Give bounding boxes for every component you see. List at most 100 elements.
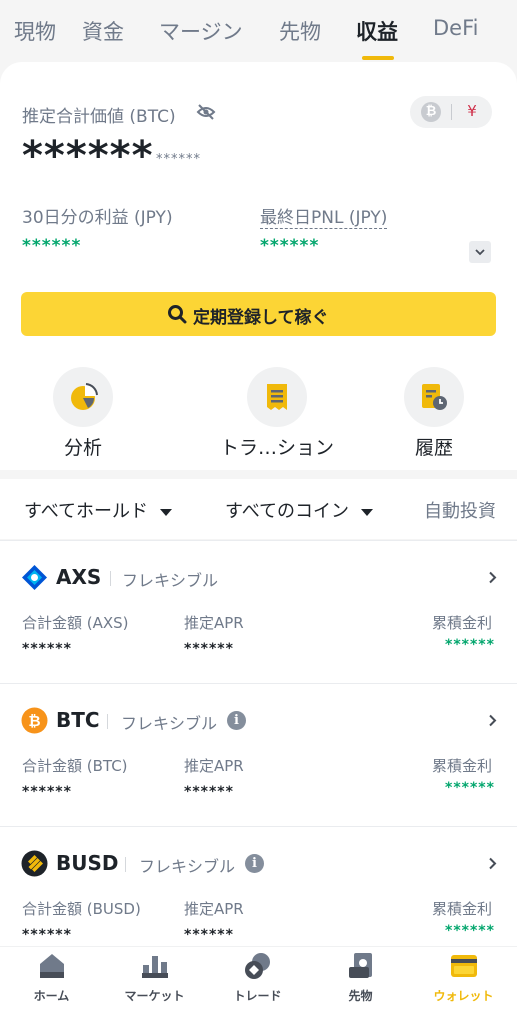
futures-icon — [349, 953, 372, 978]
chevron-right-icon — [489, 857, 497, 870]
hide-balance-eye-icon[interactable] — [196, 103, 216, 121]
divider — [110, 571, 111, 586]
coin-filter-label: すべてのコイン — [225, 501, 350, 522]
subscribe-earn-button[interactable]: 定期登録して稼ぐ — [21, 292, 496, 336]
apr-value: ****** — [184, 784, 234, 800]
divider — [125, 857, 126, 872]
coin-symbol: BTC — [56, 708, 100, 732]
nav-home[interactable]: ホーム — [0, 947, 103, 1024]
pnl-last-day-value: ****** — [260, 236, 320, 256]
shortcut-label: 分析 — [63, 437, 102, 459]
expand-chevron-button[interactable] — [469, 241, 491, 263]
pie-chart-icon — [71, 383, 98, 410]
nav-label: ホーム — [33, 989, 70, 1003]
accrued-interest-value: ****** — [445, 780, 495, 796]
divider — [107, 714, 108, 729]
shortcut-analysis[interactable]: 分析 — [18, 367, 148, 460]
apr-value: ****** — [184, 641, 234, 657]
shortcut-label: 履歴 — [414, 437, 453, 459]
caret-down-icon — [160, 508, 173, 516]
tab-margin[interactable]: マージン — [159, 16, 243, 46]
accrued-interest-value: ****** — [445, 637, 495, 653]
auto-invest-link[interactable]: 自動投資 — [424, 497, 496, 523]
pnl-30d-label: 30日分の利益 (JPY) — [22, 208, 173, 228]
info-icon[interactable]: i — [245, 854, 264, 873]
list-item[interactable]: BUSD フレキシブル i 合計金額 (BUSD) 推定APR 累積金利 ***… — [0, 826, 517, 946]
nav-label: マーケット — [124, 989, 185, 1003]
markets-icon — [142, 956, 168, 978]
bottom-navigation: ホーム マーケット トレード 先物 ウォレット — [0, 946, 517, 1024]
tab-spot[interactable]: 現物 — [14, 16, 56, 46]
chevron-down-icon — [475, 249, 485, 256]
total-amount-value: ****** — [22, 784, 72, 800]
total-balance: ****** — [22, 133, 154, 179]
shortcut-label: トラ…ション — [219, 437, 334, 459]
nav-markets[interactable]: マーケット — [103, 947, 206, 1024]
total-amount-label: 合計金額 (AXS) — [22, 614, 129, 632]
product-type: フレキシブル — [122, 571, 219, 590]
apr-label: 推定APR — [184, 900, 244, 918]
pnl-30d-value: ****** — [22, 236, 82, 256]
axs-coin-icon — [22, 565, 47, 590]
product-type: フレキシブル — [121, 714, 218, 733]
list-item[interactable]: AXS フレキシブル 合計金額 (AXS) 推定APR 累積金利 ****** … — [0, 540, 517, 683]
nav-label: ウォレット — [433, 989, 494, 1003]
shortcut-circle — [53, 367, 113, 427]
estimated-value-label: 推定合計価値 (BTC) — [22, 107, 176, 127]
svg-text:₿: ₿ — [28, 712, 40, 730]
earn-holdings-list: AXS フレキシブル 合計金額 (AXS) 推定APR 累積金利 ****** … — [0, 540, 517, 946]
tab-defi[interactable]: DeFi — [433, 16, 478, 40]
shortcut-circle — [404, 367, 464, 427]
currency-toggle[interactable]: ₿ ¥ — [410, 96, 492, 128]
nav-label: トレード — [233, 989, 282, 1003]
nav-trade[interactable]: トレード — [206, 947, 309, 1024]
home-icon — [40, 954, 64, 978]
holdings-filter-dropdown[interactable]: すべてホールド — [24, 497, 173, 523]
shortcut-transactions[interactable]: トラ…ション — [212, 367, 342, 460]
currency-separator — [451, 104, 452, 120]
list-item[interactable]: ₿ BTC フレキシブル i 合計金額 (BTC) 推定APR 累積金利 ***… — [0, 683, 517, 826]
tab-earn[interactable]: 収益 — [356, 16, 398, 46]
btc-coin-icon: ₿ — [21, 707, 48, 734]
total-amount-label: 合計金額 (BUSD) — [22, 900, 141, 918]
nav-futures[interactable]: 先物 — [309, 947, 412, 1024]
subscribe-button-label: 定期登録して稼ぐ — [193, 308, 329, 327]
info-icon[interactable]: i — [227, 711, 246, 730]
nav-wallet[interactable]: ウォレット — [412, 947, 515, 1024]
total-amount-value: ****** — [22, 641, 72, 657]
chevron-right-icon — [489, 571, 497, 584]
chevron-right-icon — [489, 714, 497, 727]
jpy-currency-icon[interactable]: ¥ — [462, 101, 482, 121]
shortcut-history[interactable]: 履歴 — [369, 367, 499, 460]
holdings-filter-label: すべてホールド — [24, 501, 149, 522]
apr-label: 推定APR — [184, 757, 244, 775]
total-amount-label: 合計金額 (BTC) — [22, 757, 128, 775]
accrued-interest-label: 累積金利 — [432, 614, 493, 632]
coin-filter-dropdown[interactable]: すべてのコイン — [225, 497, 374, 523]
history-icon — [422, 384, 447, 410]
coin-symbol: AXS — [56, 565, 102, 589]
tab-futures[interactable]: 先物 — [279, 16, 321, 46]
total-amount-value: ****** — [22, 927, 72, 943]
balance-fiat-equivalent: ****** — [156, 152, 201, 167]
accrued-interest-label: 累積金利 — [432, 757, 493, 775]
shortcut-circle — [247, 367, 307, 427]
nav-label: 先物 — [348, 989, 373, 1003]
search-icon — [168, 305, 187, 324]
busd-coin-icon — [21, 850, 48, 877]
active-tab-indicator — [362, 56, 394, 60]
accrued-interest-value: ****** — [445, 923, 495, 939]
accrued-interest-label: 累積金利 — [432, 900, 493, 918]
btc-currency-icon[interactable]: ₿ — [421, 102, 441, 122]
apr-label: 推定APR — [184, 614, 244, 632]
caret-down-icon — [361, 508, 374, 516]
pnl-last-day-label[interactable]: 最終日PNL (JPY) — [260, 203, 388, 229]
tab-funding[interactable]: 資金 — [82, 16, 124, 46]
product-type: フレキシブル — [139, 857, 236, 876]
holdings-filter-bar: すべてホールド すべてのコイン 自動投資 — [0, 479, 517, 539]
apr-value: ****** — [184, 927, 234, 943]
coin-symbol: BUSD — [56, 851, 119, 875]
receipt-icon — [267, 384, 287, 410]
wallet-tab-bar: 現物 資金 マージン 先物 収益 DeFi — [0, 0, 517, 60]
wallet-icon — [451, 955, 477, 977]
